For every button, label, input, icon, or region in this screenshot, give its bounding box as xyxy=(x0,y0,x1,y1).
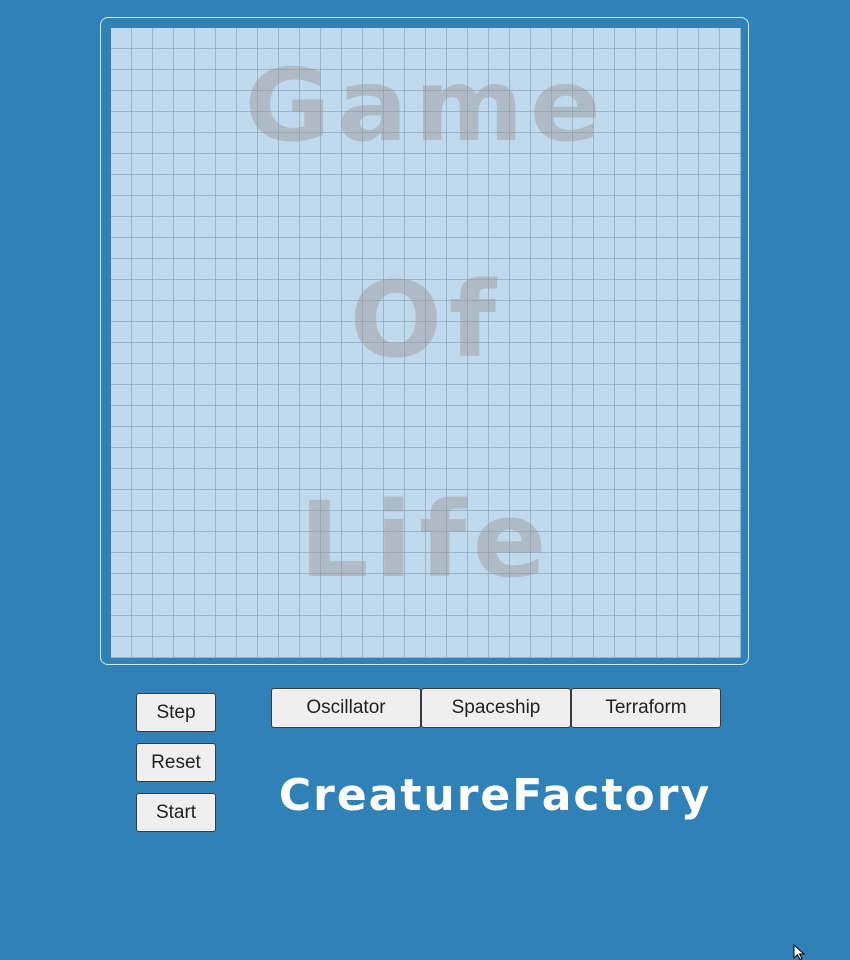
start-button[interactable]: Start xyxy=(136,793,216,832)
step-button[interactable]: Step xyxy=(136,693,216,732)
oscillator-button[interactable]: Oscillator xyxy=(271,688,421,728)
reset-button[interactable]: Reset xyxy=(136,743,216,782)
watermark-life: Life xyxy=(299,479,553,601)
mouse-pointer-icon xyxy=(793,944,806,960)
creature-factory-title: CreatureFactory xyxy=(278,770,712,821)
game-board-grid[interactable]: Game Of Life xyxy=(111,28,741,658)
watermark-game: Game xyxy=(244,47,608,164)
spaceship-button[interactable]: Spaceship xyxy=(421,688,571,728)
terraform-button[interactable]: Terraform xyxy=(571,688,721,728)
watermark-of: Of xyxy=(349,259,503,381)
